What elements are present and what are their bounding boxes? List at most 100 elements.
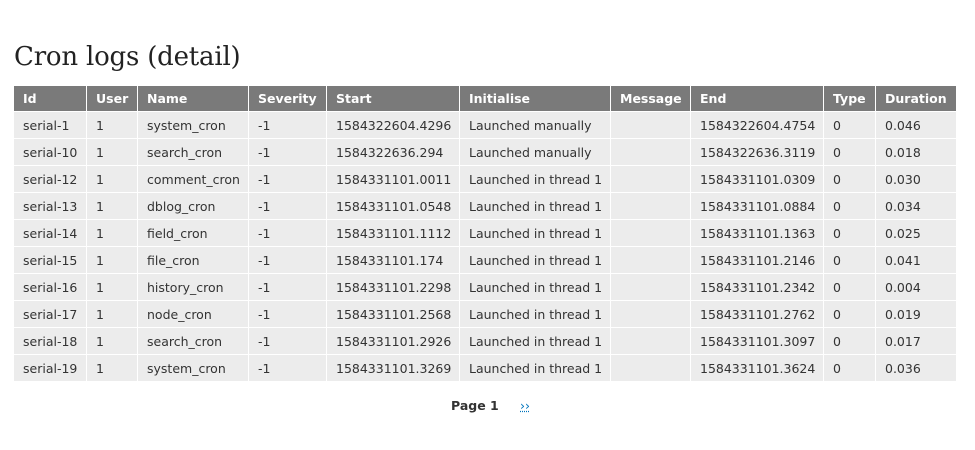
cell-initialise: Launched in thread 1 <box>460 328 610 354</box>
cell-type: 0 <box>824 112 875 138</box>
cell-message <box>611 274 690 300</box>
cell-end: 1584331101.2762 <box>691 301 823 327</box>
cell-message <box>611 301 690 327</box>
cell-message <box>611 355 690 381</box>
cell-type: 0 <box>824 301 875 327</box>
pager-next-link[interactable]: ›› <box>520 398 530 413</box>
cell-message <box>611 328 690 354</box>
column-header-message[interactable]: Message <box>611 86 690 111</box>
cell-id: serial-13 <box>14 193 86 219</box>
cell-type: 0 <box>824 355 875 381</box>
table-row: serial-10 1 search_cron -1 1584322636.294 Lau… <box>14 139 956 165</box>
column-header-type[interactable]: Type <box>824 86 875 111</box>
cell-type: 0 <box>824 247 875 273</box>
cell-type: 0 <box>824 328 875 354</box>
cell-severity: -1 <box>249 328 326 354</box>
cell-message <box>611 247 690 273</box>
cell-severity: -1 <box>249 274 326 300</box>
page-title: Cron logs (detail) <box>14 42 241 72</box>
column-header-id[interactable]: Id <box>14 86 86 111</box>
cron-logs-table: Id User Name Severity Start Initialise M… <box>13 85 957 382</box>
cell-duration: 0.036 <box>876 355 956 381</box>
cell-end: 1584322636.3119 <box>691 139 823 165</box>
table-header-row: Id User Name Severity Start Initialise M… <box>14 86 956 111</box>
column-header-severity[interactable]: Severity <box>249 86 326 111</box>
cell-type: 0 <box>824 193 875 219</box>
table-row: serial-15 1 file_cron -1 1584331101.174 Launc… <box>14 247 956 273</box>
cell-duration: 0.017 <box>876 328 956 354</box>
cell-name: dblog_cron <box>138 193 248 219</box>
cell-end: 1584331101.0884 <box>691 193 823 219</box>
column-header-end[interactable]: End <box>691 86 823 111</box>
cell-name: comment_cron <box>138 166 248 192</box>
cell-type: 0 <box>824 166 875 192</box>
table-row: serial-17 1 node_cron -1 1584331101.2568 Laun… <box>14 301 956 327</box>
column-header-duration[interactable]: Duration <box>876 86 956 111</box>
cell-end: 1584331101.3624 <box>691 355 823 381</box>
cell-start: 1584331101.2926 <box>327 328 459 354</box>
cell-message <box>611 220 690 246</box>
cell-severity: -1 <box>249 166 326 192</box>
page-content: Cron logs (detail) Id User Name Severity… <box>14 38 956 416</box>
cell-severity: -1 <box>249 112 326 138</box>
cell-start: 1584322636.294 <box>327 139 459 165</box>
cell-end: 1584331101.3097 <box>691 328 823 354</box>
cell-message <box>611 112 690 138</box>
cell-end: 1584331101.2146 <box>691 247 823 273</box>
column-header-start[interactable]: Start <box>327 86 459 111</box>
cell-initialise: Launched in thread 1 <box>460 301 610 327</box>
cell-end: 1584331101.2342 <box>691 274 823 300</box>
cell-id: serial-19 <box>14 355 86 381</box>
table-row: serial-1 1 system_cron -1 1584322604.4296 Lau… <box>14 112 956 138</box>
table-row: serial-19 1 system_cron -1 1584331101.3269 La… <box>14 355 956 381</box>
cell-severity: -1 <box>249 139 326 165</box>
cell-start: 1584331101.3269 <box>327 355 459 381</box>
cell-id: serial-10 <box>14 139 86 165</box>
cell-name: search_cron <box>138 328 248 354</box>
cell-user: 1 <box>87 166 137 192</box>
cell-initialise: Launched manually <box>460 139 610 165</box>
cell-user: 1 <box>87 274 137 300</box>
table-row: serial-16 1 history_cron -1 1584331101.2298 L… <box>14 274 956 300</box>
cell-id: serial-1 <box>14 112 86 138</box>
cell-initialise: Launched manually <box>460 112 610 138</box>
cell-user: 1 <box>87 220 137 246</box>
cell-type: 0 <box>824 139 875 165</box>
cell-message <box>611 139 690 165</box>
cell-type: 0 <box>824 274 875 300</box>
cell-end: 1584331101.1363 <box>691 220 823 246</box>
cell-id: serial-16 <box>14 274 86 300</box>
cell-user: 1 <box>87 355 137 381</box>
cell-name: file_cron <box>138 247 248 273</box>
column-header-name[interactable]: Name <box>138 86 248 111</box>
column-header-initialise[interactable]: Initialise <box>460 86 610 111</box>
cell-message <box>611 193 690 219</box>
pager-current-page: Page 1 <box>451 398 499 413</box>
cell-start: 1584331101.0548 <box>327 193 459 219</box>
table-body: serial-1 1 system_cron -1 1584322604.4296 Lau… <box>14 112 956 381</box>
cell-duration: 0.041 <box>876 247 956 273</box>
cell-start: 1584331101.0011 <box>327 166 459 192</box>
cell-id: serial-15 <box>14 247 86 273</box>
cell-user: 1 <box>87 301 137 327</box>
cell-initialise: Launched in thread 1 <box>460 166 610 192</box>
cell-name: system_cron <box>138 355 248 381</box>
cell-start: 1584331101.2568 <box>327 301 459 327</box>
cell-user: 1 <box>87 139 137 165</box>
cell-user: 1 <box>87 247 137 273</box>
column-header-user[interactable]: User <box>87 86 137 111</box>
cell-initialise: Launched in thread 1 <box>460 220 610 246</box>
cell-id: serial-17 <box>14 301 86 327</box>
cell-duration: 0.030 <box>876 166 956 192</box>
cell-duration: 0.004 <box>876 274 956 300</box>
cell-message <box>611 166 690 192</box>
cell-severity: -1 <box>249 355 326 381</box>
cell-duration: 0.019 <box>876 301 956 327</box>
cell-user: 1 <box>87 112 137 138</box>
cell-end: 1584331101.0309 <box>691 166 823 192</box>
cell-id: serial-14 <box>14 220 86 246</box>
cell-user: 1 <box>87 193 137 219</box>
cell-severity: -1 <box>249 220 326 246</box>
cell-duration: 0.018 <box>876 139 956 165</box>
cell-id: serial-12 <box>14 166 86 192</box>
